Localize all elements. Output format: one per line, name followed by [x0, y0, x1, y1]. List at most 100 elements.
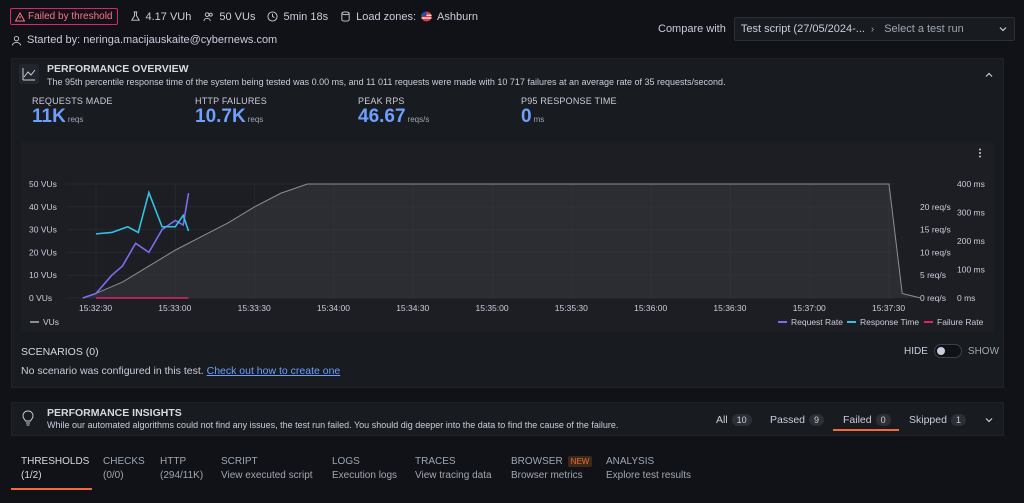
overview-summary: The 95th percentile response time of the… — [47, 77, 726, 87]
tab-title: CHECKS — [103, 456, 145, 467]
y-tick-label: 50 VUs — [29, 179, 57, 189]
tab-active-underline — [11, 488, 92, 490]
chart-icon — [19, 64, 39, 84]
y-ms-tick-label: 400 ms — [957, 179, 985, 189]
stat-unit: reqs/s — [407, 115, 430, 124]
status-badge: Failed by threshold — [10, 8, 118, 25]
compare-script-value: Test script (27/05/2024-... — [740, 23, 865, 35]
scenarios-empty-text: No scenario was configured in this test. — [21, 365, 204, 377]
scenarios-empty: No scenario was configured in this test.… — [21, 365, 340, 377]
filter-count: 0 — [875, 414, 891, 426]
y-tick-label: 0 VUs — [29, 293, 52, 303]
tab-logs[interactable]: LOGS Execution logs — [332, 456, 397, 481]
chart-menu-icon[interactable] — [976, 148, 984, 158]
vus-area — [82, 184, 921, 298]
users-icon — [203, 12, 214, 22]
collapse-overview-icon[interactable] — [984, 70, 994, 80]
tab-title: SCRIPT — [221, 456, 258, 467]
filter-skipped[interactable]: Skipped 1 — [909, 414, 966, 426]
tab-sub: Execution logs — [332, 470, 398, 481]
tab-title: THRESHOLDS — [21, 456, 90, 467]
tab-checks[interactable]: CHECKS (0/0) — [103, 456, 145, 481]
flask-icon — [130, 11, 140, 21]
stat-requests: REQUESTS MADE 11K reqs — [32, 96, 113, 128]
y-ms-tick-label: 100 ms — [957, 265, 985, 275]
filter-active-underline — [833, 429, 899, 431]
x-tick-label: 15:32:30 — [79, 303, 112, 313]
toggle-knob — [936, 347, 945, 355]
stat-value: 11K — [32, 106, 66, 127]
tab-title: HTTP — [160, 456, 187, 467]
tab-title: BROWSER — [511, 456, 563, 467]
show-label: SHOW — [967, 345, 1000, 357]
x-tick-label: 15:33:00 — [158, 303, 191, 313]
filter-passed[interactable]: Passed 9 — [770, 414, 825, 426]
x-tick-label: 15:33:30 — [238, 303, 271, 313]
new-badge: NEW — [567, 456, 593, 467]
tab-sub: (294/11K) — [160, 470, 204, 481]
hide-label: HIDE — [904, 345, 928, 357]
x-tick-label: 15:37:00 — [793, 303, 826, 313]
test-meta-bar: Failed by threshold 4.17 VUh 50 VUs 5min… — [10, 8, 478, 25]
tab-analysis[interactable]: ANALYSIS Explore test results — [606, 456, 691, 481]
vus-meta: 50 VUs — [203, 11, 255, 23]
tab-sub: (1/2) — [21, 470, 42, 481]
vus-value: 50 VUs — [219, 10, 256, 23]
compare-bar: Compare with Test script (27/05/2024-...… — [658, 17, 1015, 41]
x-tick-label: 15:36:00 — [634, 303, 667, 313]
us-flag-icon — [421, 11, 432, 22]
chevron-right-icon: › — [870, 23, 875, 35]
tab-sub: View tracing data — [415, 470, 492, 481]
x-tick-label: 15:37:30 — [872, 303, 905, 313]
stat-peak-rps: PEAK RPS 46.67 reqs/s — [358, 96, 429, 128]
lightbulb-icon — [22, 410, 34, 426]
filter-all[interactable]: All 10 — [716, 414, 752, 426]
filter-count: 1 — [950, 414, 966, 426]
tab-sub: View executed script — [221, 470, 313, 481]
duration-value: 5min 18s — [283, 10, 329, 23]
filter-label: Failed — [843, 414, 872, 426]
warning-icon — [15, 11, 25, 21]
filter-failed[interactable]: Failed 0 — [843, 414, 891, 426]
overview-title: PERFORMANCE OVERVIEW — [47, 63, 189, 75]
started-by-text: Started by: neringa.macijauskaite@cybern… — [27, 34, 278, 46]
duration-meta: 5min 18s — [267, 11, 328, 23]
scenarios-toggle[interactable] — [933, 344, 962, 358]
legend-label-vus: VUs — [43, 317, 59, 327]
load-zones-meta: Load zones: Ashburn — [340, 11, 478, 23]
tab-sub: Browser metrics — [511, 470, 583, 481]
x-tick-label: 15:34:30 — [396, 303, 429, 313]
legend-label: Failure Rate — [937, 317, 984, 327]
x-tick-label: 15:34:00 — [317, 303, 350, 313]
stat-label: REQUESTS MADE — [32, 96, 113, 106]
y-right-tick-label: 5 req/s — [920, 270, 946, 280]
tab-thresholds[interactable]: THRESHOLDS (1/2) — [21, 456, 89, 481]
tab-http[interactable]: HTTP (294/11K) — [160, 456, 203, 481]
tab-title: TRACES — [415, 456, 456, 467]
y-ms-tick-label: 0 ms — [957, 293, 975, 303]
y-right-tick-label: 10 req/s — [920, 247, 951, 257]
stat-unit: ms — [533, 115, 545, 124]
insights-title: PERFORMANCE INSIGHTS — [47, 407, 182, 419]
status-badge-label: Failed by threshold — [28, 11, 113, 22]
stat-value: 10.7K — [195, 106, 246, 127]
tab-browser[interactable]: BROWSER NEW Browser metrics — [511, 456, 593, 481]
expand-insights-icon[interactable] — [984, 415, 994, 425]
stat-unit: reqs — [67, 115, 84, 124]
y-ms-tick-label: 200 ms — [957, 236, 985, 246]
filter-label: Skipped — [909, 414, 947, 426]
compare-select[interactable]: Test script (27/05/2024-... › Select a t… — [733, 17, 1015, 41]
stat-p95: P95 RESPONSE TIME 0 ms — [521, 96, 617, 128]
x-tick-label: 15:35:00 — [476, 303, 509, 313]
overview-chart: 0 VUs 10 VUs 20 VUs 30 VUs 40 VUs 50 VUs 0 req… — [21, 142, 994, 332]
compare-run-placeholder: Select a test run — [884, 23, 964, 35]
tab-traces[interactable]: TRACES View tracing data — [415, 456, 492, 481]
vuh-meta: 4.17 VUh — [130, 11, 191, 23]
tab-script[interactable]: SCRIPT View executed script — [221, 456, 313, 481]
stat-label: PEAK RPS — [358, 96, 405, 106]
y-right-tick-label: 20 req/s — [920, 202, 951, 212]
create-scenario-link[interactable]: Check out how to create one — [207, 365, 341, 377]
y-tick-label: 30 VUs — [29, 225, 57, 235]
series-line-response-time — [95, 189, 190, 235]
stat-unit: reqs — [247, 115, 264, 124]
